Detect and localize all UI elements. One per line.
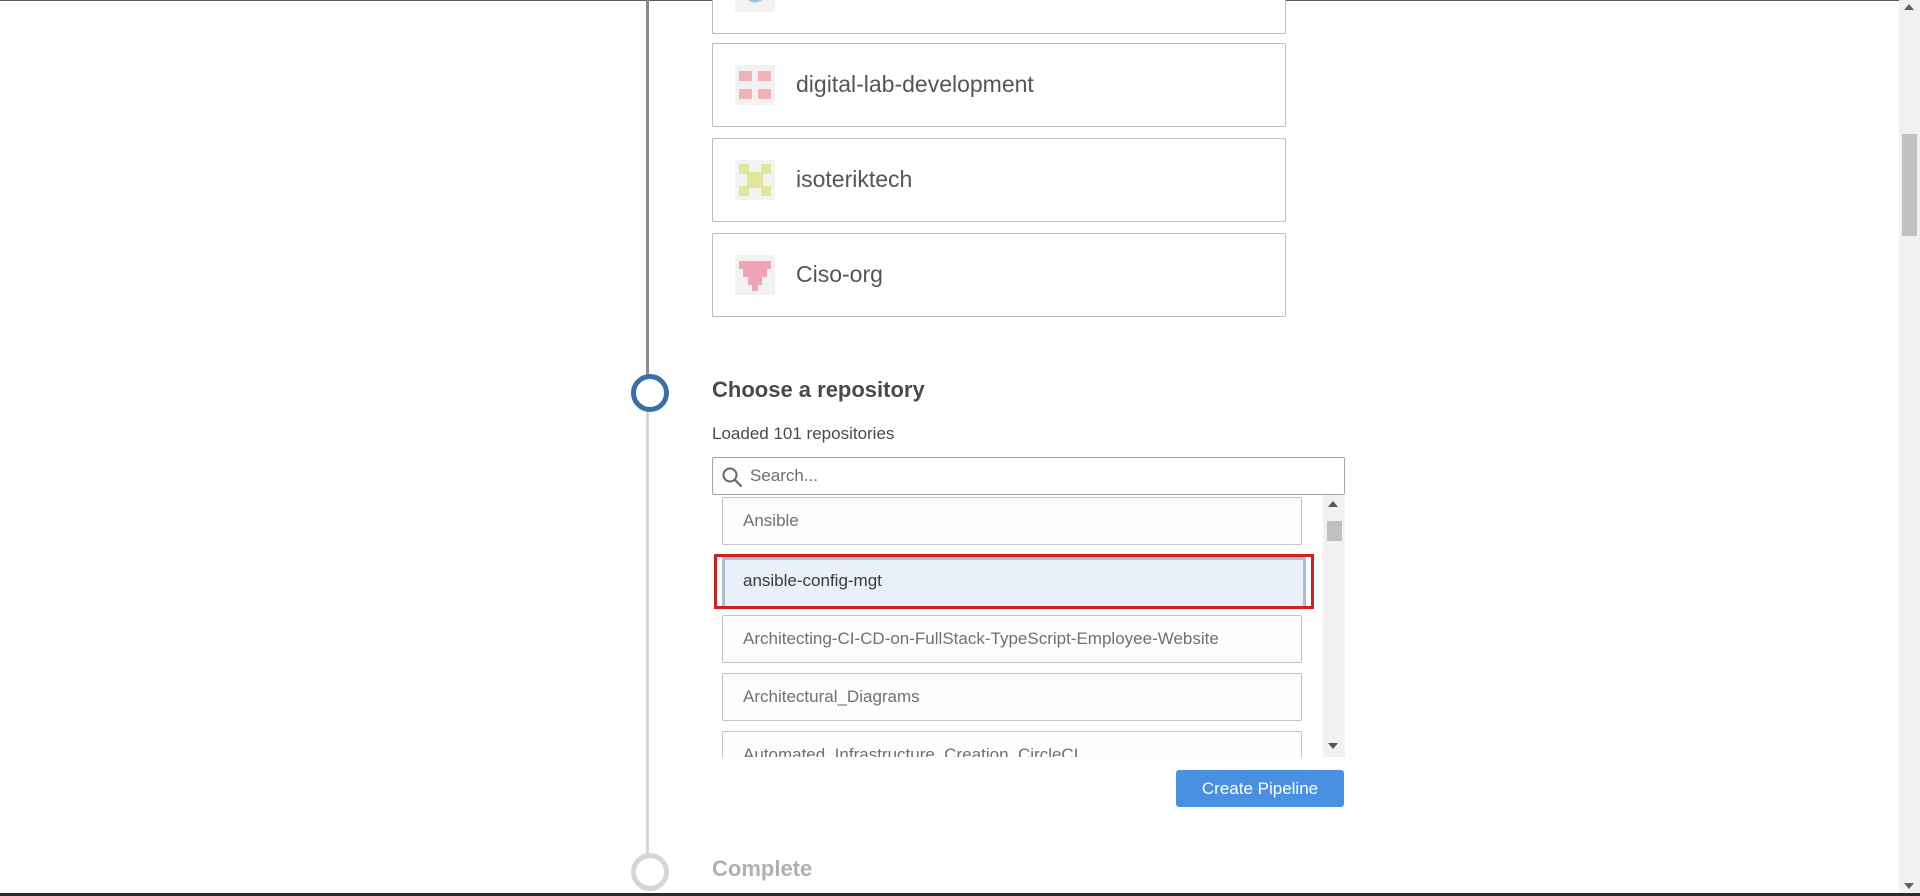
org-card[interactable] [712, 0, 1286, 34]
scroll-up-arrow-icon[interactable] [1328, 501, 1338, 507]
org-name: Ciso-org [796, 261, 883, 287]
timeline-line-pending [646, 409, 649, 857]
create-pipeline-button[interactable]: Create Pipeline [1176, 770, 1344, 807]
repository-list[interactable]: Ansible ansible-config-mgt Architecting-… [712, 495, 1345, 757]
repository-name: Automated_Infrastructure_Creation_Circle… [743, 745, 1079, 757]
repository-item-selected[interactable]: ansible-config-mgt [722, 557, 1306, 609]
repository-item[interactable]: Architecting-CI-CD-on-FullStack-TypeScri… [722, 615, 1302, 663]
org-avatar-icon [735, 0, 775, 12]
scroll-down-arrow-icon[interactable] [1328, 743, 1338, 749]
repository-name: Ansible [743, 511, 799, 530]
page-scrollbar-thumb[interactable] [1902, 134, 1917, 236]
scroll-down-arrow-icon[interactable] [1904, 883, 1914, 889]
org-card[interactable]: digital-lab-development [712, 43, 1286, 127]
step-indicator-active [631, 374, 669, 412]
repository-search-box[interactable] [712, 457, 1345, 495]
step-title: Choose a repository [712, 377, 925, 402]
org-name: isoteriktech [796, 166, 913, 192]
repository-name: Architectural_Diagrams [743, 687, 920, 706]
scrollbar-thumb[interactable] [1327, 521, 1342, 541]
search-icon [722, 467, 743, 488]
search-input[interactable] [748, 460, 1332, 492]
repository-item[interactable]: Automated_Infrastructure_Creation_Circle… [722, 731, 1302, 757]
repository-name: ansible-config-mgt [743, 571, 882, 590]
repository-item[interactable]: Ansible [722, 497, 1302, 545]
timeline-line-completed [646, 0, 649, 375]
identicon-avatar-icon [735, 65, 775, 105]
identicon-avatar-icon [735, 255, 775, 295]
repository-item[interactable]: Architectural_Diagrams [722, 673, 1302, 721]
repository-list-scrollbar[interactable] [1323, 495, 1345, 757]
identicon-avatar-icon [735, 160, 775, 200]
page-scrollbar[interactable] [1899, 0, 1920, 893]
step-indicator-pending [631, 853, 669, 891]
step-title-complete: Complete [712, 856, 813, 881]
org-card[interactable]: isoteriktech [712, 138, 1286, 222]
scroll-up-arrow-icon[interactable] [1904, 4, 1914, 10]
org-name: digital-lab-development [796, 71, 1034, 97]
loaded-count-text: Loaded 101 repositories [712, 424, 895, 443]
repository-name: Architecting-CI-CD-on-FullStack-TypeScri… [743, 629, 1219, 648]
org-card[interactable]: Ciso-org [712, 233, 1286, 317]
